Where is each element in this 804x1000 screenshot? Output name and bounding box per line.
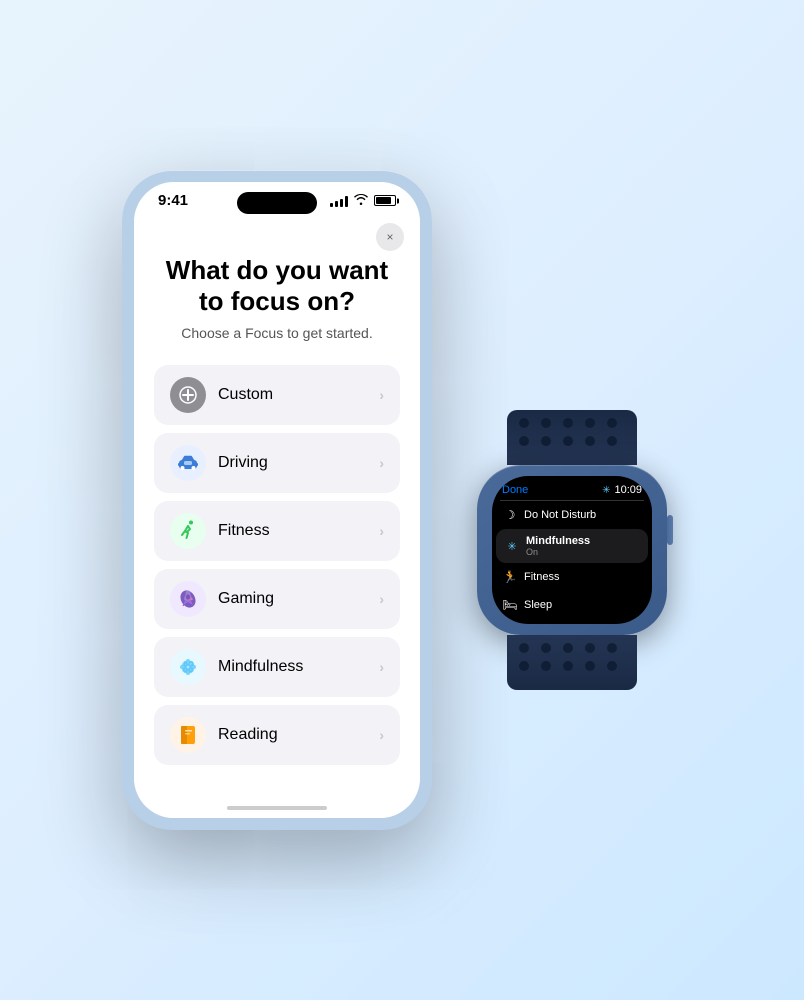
gaming-label: Gaming <box>218 590 379 608</box>
dnd-label: Do Not Disturb <box>524 509 596 521</box>
focus-item-driving[interactable]: Driving › <box>154 433 400 493</box>
mindfulness-icon <box>170 649 206 685</box>
watch-done-button[interactable]: Done <box>502 484 528 496</box>
status-icons <box>330 194 396 208</box>
signal-icon <box>330 195 348 207</box>
gaming-icon <box>170 581 206 617</box>
scene: 9:41 <box>122 170 682 830</box>
driving-chevron: › <box>379 455 384 471</box>
mindfulness-watch-sublabel: On <box>526 547 590 557</box>
dynamic-island <box>237 192 317 214</box>
iphone-screen: 9:41 <box>134 182 420 818</box>
watch-focus-icon: ✳ <box>602 485 610 496</box>
mindfulness-chevron: › <box>379 659 384 675</box>
watch-time: 10:09 <box>614 484 642 496</box>
focus-title: What do you want to focus on? <box>154 255 400 317</box>
focus-item-fitness[interactable]: Fitness › <box>154 501 400 561</box>
fitness-watch-label: Fitness <box>524 571 559 583</box>
gaming-chevron: › <box>379 591 384 607</box>
fitness-label: Fitness <box>218 522 379 540</box>
apple-watch: Done ✳ 10:09 ☽ Do Not Disturb ✳︎ <box>462 410 682 670</box>
watch-band-bottom <box>507 635 637 690</box>
mindfulness-watch-label: Mindfulness <box>526 535 590 547</box>
custom-chevron: › <box>379 387 384 403</box>
watch-item-fitness[interactable]: 🏃 Fitness <box>492 563 652 591</box>
watch-crown <box>667 515 673 545</box>
mindfulness-label: Mindfulness <box>218 658 379 676</box>
iphone-content: × What do you want to focus on? Choose a… <box>134 215 420 818</box>
fitness-icon <box>170 513 206 549</box>
mindfulness-text: Mindfulness On <box>526 535 590 557</box>
focus-item-mindfulness[interactable]: Mindfulness › <box>154 637 400 697</box>
fitness-chevron: › <box>379 523 384 539</box>
watch-screen: Done ✳ 10:09 ☽ Do Not Disturb ✳︎ <box>492 476 652 624</box>
driving-label: Driving <box>218 454 379 472</box>
watch-body: Done ✳ 10:09 ☽ Do Not Disturb ✳︎ <box>477 465 667 635</box>
focus-item-custom[interactable]: Custom › <box>154 365 400 425</box>
focus-subtitle: Choose a Focus to get started. <box>154 325 400 341</box>
dnd-icon: ☽ <box>502 508 518 522</box>
watch-item-sleep[interactable]: 🛏 Sleep <box>492 591 652 619</box>
iphone-device: 9:41 <box>122 170 432 830</box>
watch-band-top <box>507 410 637 465</box>
close-button[interactable]: × <box>376 223 404 251</box>
home-indicator <box>227 806 327 810</box>
reading-icon <box>170 717 206 753</box>
focus-item-gaming[interactable]: Gaming › <box>154 569 400 629</box>
custom-label: Custom <box>218 386 379 404</box>
status-time: 9:41 <box>158 192 188 209</box>
watch-status-bar: Done ✳ 10:09 <box>492 476 652 500</box>
wifi-icon <box>354 194 368 208</box>
reading-label: Reading <box>218 726 379 744</box>
watch-item-dnd[interactable]: ☽ Do Not Disturb <box>492 501 652 529</box>
sleep-label: Sleep <box>524 599 552 611</box>
driving-icon <box>170 445 206 481</box>
fitness-watch-icon: 🏃 <box>502 570 518 584</box>
watch-item-mindfulness[interactable]: ✳︎ Mindfulness On <box>496 529 648 563</box>
watch-header-right: ✳ 10:09 <box>602 484 642 496</box>
focus-list: Custom › <box>154 365 400 765</box>
sleep-icon: 🛏 <box>502 598 518 612</box>
mindfulness-watch-icon: ✳︎ <box>504 540 520 553</box>
custom-icon <box>170 377 206 413</box>
reading-chevron: › <box>379 727 384 743</box>
focus-item-reading[interactable]: Reading › <box>154 705 400 765</box>
battery-icon <box>374 195 396 206</box>
